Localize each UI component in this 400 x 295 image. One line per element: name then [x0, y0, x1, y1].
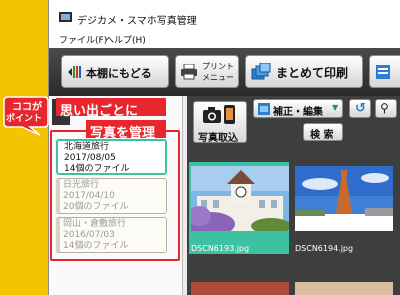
- photo-browser: 写真取込 補正・編集 ▼ ↺ ⚲ 検 索 DSCN6193.jpg DSCN61…: [187, 96, 400, 295]
- search-button[interactable]: 検 索: [303, 123, 343, 141]
- back-to-shelf-button[interactable]: 本棚にもどる: [61, 55, 169, 88]
- photo-thumbnail[interactable]: [295, 282, 393, 295]
- print-label: プリント: [202, 62, 234, 71]
- rotate-icon: ↺: [355, 101, 366, 116]
- edit-label: 補正・編集: [273, 107, 323, 118]
- photo-thumbnail[interactable]: [295, 166, 393, 231]
- tv-tower-photo: [295, 166, 393, 231]
- bookshelf-back-icon: [68, 66, 81, 78]
- menu-bar: ファイル(F) ヘルプ(H): [49, 34, 400, 48]
- window-title: デジカメ・スマホ写真管理: [77, 16, 197, 27]
- main-toolbar: 本棚にもどる プリント メニュー まとめて印刷: [49, 48, 400, 96]
- highlight-frame: [50, 130, 180, 261]
- rotate-button[interactable]: ↺: [349, 99, 371, 118]
- document-icon: [376, 65, 390, 79]
- more-tool-button[interactable]: [369, 55, 400, 88]
- point-badge-line2: ポイント: [6, 114, 43, 124]
- batch-print-label: まとめて印刷: [276, 66, 349, 80]
- photo-filename: DSCN6194.jpg: [295, 244, 354, 253]
- printer-icon: [181, 64, 197, 80]
- zoom-button[interactable]: ⚲: [375, 99, 397, 118]
- menu-file[interactable]: ファイル(F): [59, 34, 107, 48]
- import-photos-button[interactable]: 写真取込: [193, 101, 247, 144]
- edit-button[interactable]: 補正・編集 ▼: [253, 99, 343, 118]
- camera-phone-icon: [203, 105, 235, 124]
- callout-text-line2: 写真を管理: [90, 126, 156, 141]
- print-sub-label: メニュー: [202, 73, 234, 82]
- title-bar: デジカメ・スマホ写真管理: [49, 0, 400, 34]
- photo-thumbnail[interactable]: [191, 166, 289, 231]
- edit-icon: [258, 103, 270, 115]
- back-to-shelf-label: 本棚にもどる: [86, 67, 152, 80]
- photo-filename: DSCN6193.jpg: [191, 244, 250, 253]
- dropdown-arrow-icon: ▼: [332, 103, 339, 112]
- print-menu-button[interactable]: プリント メニュー: [175, 55, 239, 88]
- photo-thumbnail[interactable]: [191, 282, 289, 295]
- callout-text-line1: 思い出ごとに: [60, 104, 139, 119]
- clock-tower-photo: [191, 166, 289, 231]
- batch-print-icon: [251, 63, 271, 80]
- batch-print-button[interactable]: まとめて印刷: [245, 55, 363, 88]
- menu-help[interactable]: ヘルプ(H): [105, 34, 146, 48]
- magnifier-icon: ⚲: [380, 101, 389, 115]
- app-icon: [59, 12, 72, 22]
- search-label: 検 索: [310, 130, 334, 141]
- import-photos-label: 写真取込: [198, 133, 238, 144]
